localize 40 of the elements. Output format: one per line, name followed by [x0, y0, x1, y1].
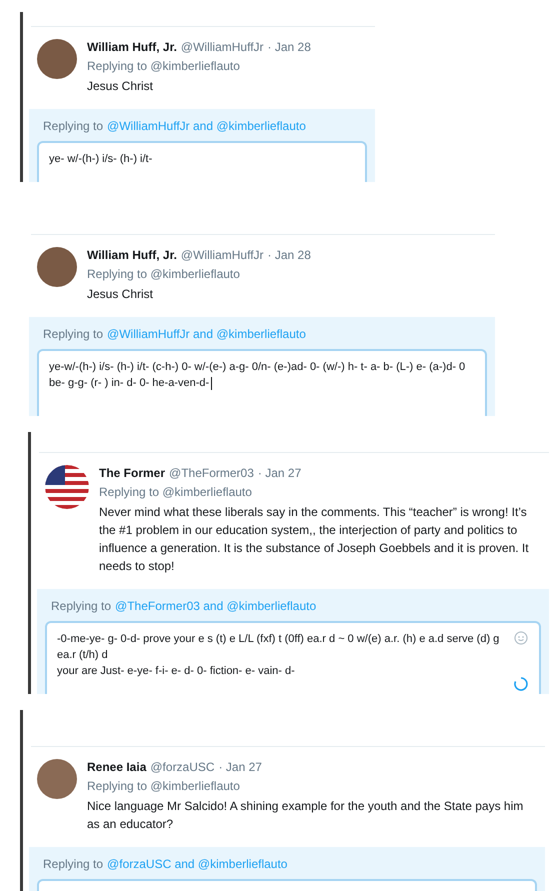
author-handle: @forzaUSC: [150, 759, 215, 775]
reply-input-field[interactable]: [37, 879, 537, 891]
author-handle: @WilliamHuffJr: [180, 39, 264, 55]
replying-to-label: Replying to: [43, 326, 104, 343]
reply-input-field[interactable]: ye-w/-(h-) i/s- (h-) i/t- (c-h-) 0- w/-(e-) a-g- 0/n- (e-)ad- 0- (w/-) h- t- a- b- (L-) e- (a-)d- 0 be- g-g- (r- ) in- d- 0- he-a-ven-d-: [37, 349, 487, 416]
replying-to-label: Replying to @kimberlieflauto: [87, 778, 241, 794]
tweet-text: Jesus Christ: [87, 78, 154, 95]
tweet-text: Jesus Christ: [87, 286, 154, 303]
replying-to-label: Replying to: [51, 598, 112, 615]
tweet-text: Never mind what these liberals say in the comments. This “teacher” is wrong! It’s the #1 problem in our education system,, the interjection of party and politics to influence a generation. It is the substance of Joseph Goebbels and it is proven. It needs to stop!: [99, 504, 530, 575]
tweet-date: · Jan 28: [268, 39, 311, 55]
avatar-photo-placeholder: [37, 39, 77, 79]
reply-text: ye- w/-(h-) i/s- (h-) i/t-: [49, 152, 154, 167]
author-name: William Huff, Jr.: [87, 39, 177, 55]
mention-link[interactable]: @forzaUSC and @kimberlieflauto: [107, 855, 288, 873]
replying-to-label: Replying to: [43, 856, 104, 873]
smiley-icon[interactable]: [514, 631, 528, 645]
mention-link[interactable]: @TheFormer03 and @kimberlieflauto: [115, 597, 316, 615]
author-name: The Former: [99, 465, 166, 481]
author-handle: @WilliamHuffJr: [180, 247, 264, 263]
replying-to-label: Replying to @kimberlieflauto: [87, 266, 241, 282]
reply-input-field[interactable]: ye- w/-(h-) i/s- (h-) i/t-: [37, 141, 367, 182]
mention-link[interactable]: @WilliamHuffJr and @kimberlieflauto: [107, 325, 306, 343]
reply-text: your are Just- e-ye- f-i- e- d- 0- fiction- e- vain- d-: [57, 664, 296, 679]
tweet-date: · Jan 27: [218, 759, 262, 775]
author-handle: @TheFormer03: [169, 465, 254, 481]
replying-to-label: Replying to: [43, 118, 104, 135]
tweet-date: · Jan 27: [258, 465, 302, 481]
mention-link[interactable]: @WilliamHuffJr and @kimberlieflauto: [107, 117, 306, 135]
replying-to-label: Replying to @kimberlieflauto: [99, 484, 253, 500]
replying-to-label: Replying to @kimberlieflauto: [87, 58, 241, 74]
avatar-photo-placeholder: [37, 759, 77, 799]
reply-input-field[interactable]: -0-me-ye- g- 0-d- prove your e s (t) e L/L (fxf) t (0ff) ea.r d ~ 0 w/(e) a.r. (h) e a.d serve (d) g ea.r (t/h) d your are Just- e-ye- f-i- e- d- 0- fiction- e- vain- d-: [45, 621, 541, 694]
author-name: Renee Iaia: [87, 759, 146, 775]
reply-text: ye-w/-(h-) i/s- (h-) i/t- (c-h-) 0- w/-(e-) a-g- 0/n- (e-)ad- 0- (w/-) h- t- a- b- (L-) e- (a-)d- 0 be- g-g- (r- ) in- d- 0- he-a-ven-d-: [49, 360, 466, 391]
avatar-photo-placeholder: [37, 247, 77, 287]
tweet-date: · Jan 28: [268, 247, 311, 263]
flag-avatar-icon: [45, 465, 89, 509]
author-name: William Huff, Jr.: [87, 247, 177, 263]
tweet-text: Nice language Mr Salcido! A shining example for the youth and the State pays him as an educator?: [87, 798, 524, 833]
